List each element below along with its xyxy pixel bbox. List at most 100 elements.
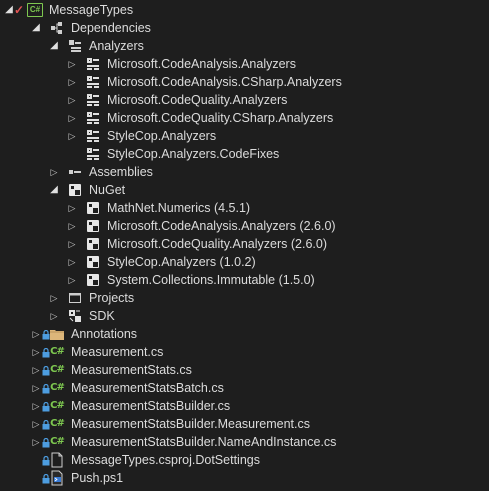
tree-item-label: StyleCop.Analyzers.CodeFixes — [107, 147, 280, 161]
analyzer-package-icon — [85, 145, 101, 163]
expand-arrow-icon[interactable]: ▷ — [67, 91, 77, 109]
tree-item-n2[interactable]: ▷ Microsoft.CodeAnalysis.Analyzers (2.6.0… — [0, 217, 489, 235]
tree-item-dependencies[interactable]: ◢ Dependencies — [0, 19, 489, 37]
nuget-icon — [67, 181, 83, 199]
tree-item-projects[interactable]: ▷ Projects — [0, 289, 489, 307]
package-icon — [85, 235, 101, 253]
expand-arrow-icon[interactable]: ▷ — [31, 361, 41, 379]
checked-in-icon: ✓ — [14, 3, 25, 17]
tree-item-a3[interactable]: ▷ Microsoft.CodeQuality.Analyzers — [0, 91, 489, 109]
tree-item-label: MeasurementStats.cs — [71, 363, 192, 377]
tree-item-label: MeasurementStatsBuilder.NameAndInstance.… — [71, 435, 337, 449]
sdk-icon — [67, 307, 83, 325]
expand-arrow-icon[interactable]: ▷ — [67, 271, 77, 289]
csharp-file-icon: C# — [50, 382, 65, 393]
tree-item-label: Assemblies — [89, 165, 153, 179]
tree-item-label: System.Collections.Immutable (1.5.0) — [107, 273, 315, 287]
collapse-arrow-icon[interactable]: ◢ — [4, 1, 14, 19]
csharp-file-icon: C# — [50, 436, 65, 447]
package-icon — [85, 199, 101, 217]
expand-arrow-icon[interactable]: ▷ — [49, 289, 59, 307]
csharp-file-icon: C# — [50, 346, 65, 357]
assemblies-icon — [67, 163, 83, 181]
tree-item-a1[interactable]: ▷ Microsoft.CodeAnalysis.Analyzers — [0, 55, 489, 73]
tree-item-f7[interactable]: MessageTypes.csproj.DotSettings — [0, 451, 489, 469]
tree-item-label: SDK — [89, 309, 115, 323]
tree-item-n3[interactable]: ▷ Microsoft.CodeQuality.Analyzers (2.6.0) — [0, 235, 489, 253]
powershell-file-icon — [49, 469, 65, 487]
expand-arrow-icon[interactable]: ▷ — [31, 433, 41, 451]
analyzer-package-icon — [85, 127, 101, 145]
tree-item-a2[interactable]: ▷ Microsoft.CodeAnalysis.CSharp.Analyzers — [0, 73, 489, 91]
tree-item-label: MeasurementStatsBuilder.Measurement.cs — [71, 417, 310, 431]
tree-item-n4[interactable]: ▷ StyleCop.Analyzers (1.0.2) — [0, 253, 489, 271]
tree-item-label: Microsoft.CodeAnalysis.CSharp.Analyzers — [107, 75, 342, 89]
tree-item-n5[interactable]: ▷ System.Collections.Immutable (1.5.0) — [0, 271, 489, 289]
tree-item-annotations[interactable]: ▷ Annotations — [0, 325, 489, 343]
analyzer-package-icon — [85, 109, 101, 127]
tree-item-f6[interactable]: ▷ C# MeasurementStatsBuilder.NameAndInstan… — [0, 433, 489, 451]
solution-explorer-tree: ◢ ✓ C# MessageTypes ◢ Dependencies ◢ Analyzers ▷… — [0, 1, 489, 487]
analyzer-package-icon — [85, 55, 101, 73]
expand-arrow-icon[interactable]: ▷ — [31, 379, 41, 397]
expand-arrow-icon[interactable]: ▷ — [31, 397, 41, 415]
tree-item-sdk[interactable]: ▷ SDK — [0, 307, 489, 325]
collapse-arrow-icon[interactable]: ◢ — [31, 19, 41, 37]
tree-item-label: Annotations — [71, 327, 138, 341]
csharp-file-icon: C# — [50, 400, 65, 411]
package-icon — [85, 217, 101, 235]
expand-arrow-icon[interactable]: ▷ — [67, 55, 77, 73]
tree-item-label: Microsoft.CodeQuality.Analyzers (2.6.0) — [107, 237, 327, 251]
expand-arrow-icon[interactable]: ▷ — [49, 163, 59, 181]
tree-item-label: Microsoft.CodeAnalysis.Analyzers (2.6.0) — [107, 219, 336, 233]
tree-item-f1[interactable]: ▷ C# Measurement.cs — [0, 343, 489, 361]
expand-arrow-icon[interactable]: ▷ — [67, 73, 77, 91]
tree-item-label: MathNet.Numerics (4.5.1) — [107, 201, 251, 215]
tree-item-label: MessageTypes.csproj.DotSettings — [71, 453, 260, 467]
analyzer-package-icon — [85, 91, 101, 109]
csharp-file-icon: C# — [50, 418, 65, 429]
tree-item-f5[interactable]: ▷ C# MeasurementStatsBuilder.Measurement.c… — [0, 415, 489, 433]
tree-item-f3[interactable]: ▷ C# MeasurementStatsBatch.cs — [0, 379, 489, 397]
tree-item-analyzers[interactable]: ◢ Analyzers — [0, 37, 489, 55]
tree-item-f8[interactable]: Push.ps1 — [0, 469, 489, 487]
csproj-icon: C# — [27, 1, 43, 19]
package-icon — [85, 253, 101, 271]
expand-arrow-icon[interactable]: ▷ — [67, 217, 77, 235]
analyzer-package-icon — [85, 73, 101, 91]
projects-icon — [67, 289, 83, 307]
tree-item-label: StyleCop.Analyzers (1.0.2) — [107, 255, 256, 269]
tree-item-n1[interactable]: ▷ MathNet.Numerics (4.5.1) — [0, 199, 489, 217]
tree-item-a6[interactable]: StyleCop.Analyzers.CodeFixes — [0, 145, 489, 163]
tree-item-label: Push.ps1 — [71, 471, 124, 485]
tree-item-a4[interactable]: ▷ Microsoft.CodeQuality.CSharp.Analyzers — [0, 109, 489, 127]
expand-arrow-icon[interactable]: ▷ — [31, 415, 41, 433]
tree-item-nuget[interactable]: ◢ NuGet — [0, 181, 489, 199]
tree-item-label: MeasurementStatsBatch.cs — [71, 381, 224, 395]
tree-item-a5[interactable]: ▷ StyleCop.Analyzers — [0, 127, 489, 145]
expand-arrow-icon[interactable]: ▷ — [67, 127, 77, 145]
tree-item-label: Microsoft.CodeAnalysis.Analyzers — [107, 57, 296, 71]
tree-item-label: Analyzers — [89, 39, 144, 53]
tree-item-label: Projects — [89, 291, 135, 305]
tree-item-label: Microsoft.CodeQuality.CSharp.Analyzers — [107, 111, 334, 125]
collapse-arrow-icon[interactable]: ◢ — [49, 181, 59, 199]
tree-item-f2[interactable]: ▷ C# MeasurementStats.cs — [0, 361, 489, 379]
expand-arrow-icon[interactable]: ▷ — [31, 325, 41, 343]
expand-arrow-icon[interactable]: ▷ — [31, 343, 41, 361]
expand-arrow-icon[interactable]: ▷ — [49, 307, 59, 325]
expand-arrow-icon[interactable]: ▷ — [67, 109, 77, 127]
tree-item-label: NuGet — [89, 183, 126, 197]
tree-item-label: StyleCop.Analyzers — [107, 129, 217, 143]
package-icon — [85, 271, 101, 289]
expand-arrow-icon[interactable]: ▷ — [67, 235, 77, 253]
expand-arrow-icon[interactable]: ▷ — [67, 253, 77, 271]
expand-arrow-icon[interactable]: ▷ — [67, 199, 77, 217]
tree-item-label: MessageTypes — [49, 3, 134, 17]
collapse-arrow-icon[interactable]: ◢ — [49, 37, 59, 55]
tree-item-assemblies[interactable]: ▷ Assemblies — [0, 163, 489, 181]
dependencies-icon — [49, 19, 65, 37]
tree-item-label: MeasurementStatsBuilder.cs — [71, 399, 231, 413]
tree-item-f4[interactable]: ▷ C# MeasurementStatsBuilder.cs — [0, 397, 489, 415]
tree-item-project[interactable]: ◢ ✓ C# MessageTypes — [0, 1, 489, 19]
